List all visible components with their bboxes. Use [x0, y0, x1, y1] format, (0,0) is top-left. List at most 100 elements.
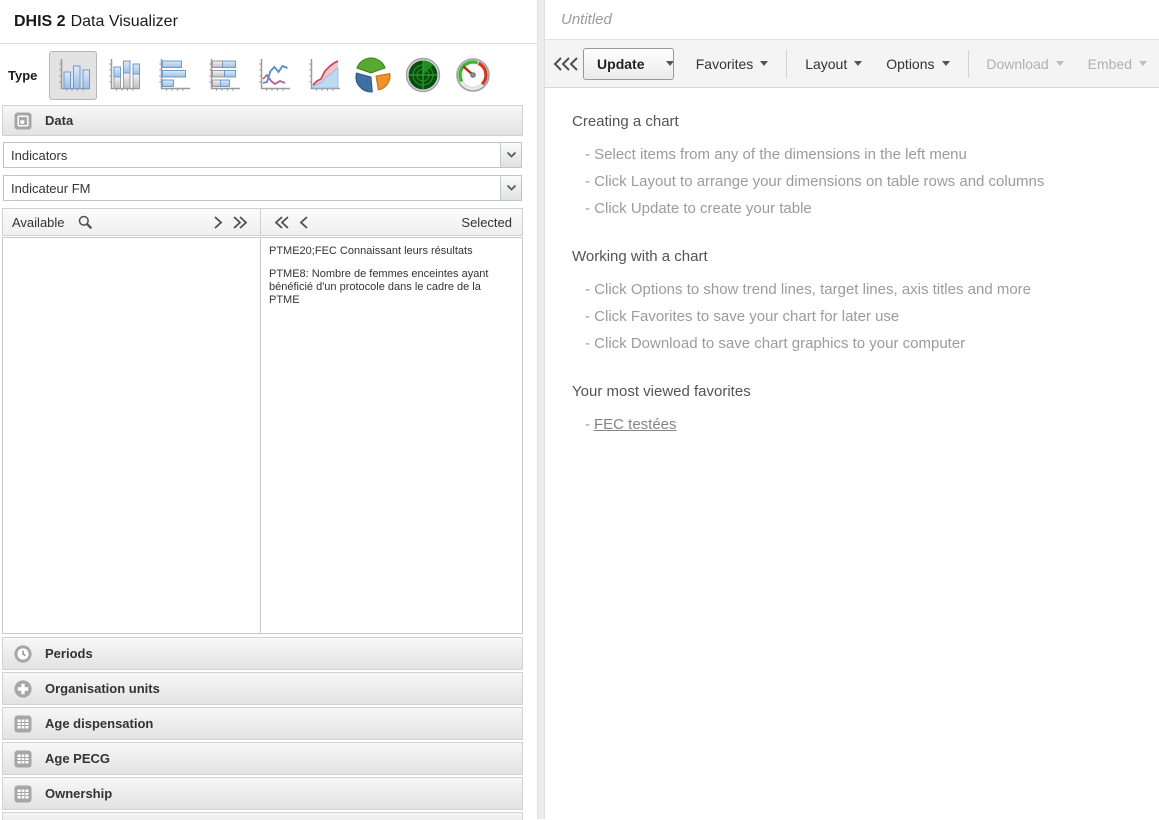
triple-chevron-left-icon — [553, 56, 579, 72]
embed-menu-button: Embed — [1076, 49, 1159, 79]
options-menu-button[interactable]: Options — [874, 49, 961, 79]
chevron-right-icon — [213, 215, 223, 230]
chart-type-bar-button[interactable] — [149, 51, 197, 100]
selected-item[interactable]: PTME20;FEC Connaissant leurs résultats — [269, 245, 514, 258]
type-label: Type — [8, 68, 49, 83]
chevron-left-icon — [299, 215, 309, 230]
chart-type-row: Type — [0, 45, 537, 105]
accordion-organisation-units[interactable]: Organisation units — [2, 672, 523, 705]
double-chevron-left-icon — [274, 215, 290, 230]
help-heading: Working with a chart — [572, 243, 1135, 270]
left-panel: DHIS 2 Data Visualizer Type Data Indicat… — [0, 0, 537, 819]
available-label: Available — [12, 215, 65, 230]
accordion-label: Periods — [45, 646, 93, 661]
accordion-age-pecg[interactable]: Age PECG — [2, 742, 523, 775]
toolbar-separator — [786, 50, 787, 78]
accordion-label: Data — [45, 113, 73, 128]
chart-type-area-button[interactable] — [299, 51, 347, 100]
accordion-data[interactable]: Data — [2, 105, 523, 136]
chart-type-buttons — [49, 51, 499, 100]
search-icon-button[interactable] — [75, 210, 97, 234]
area-chart-icon — [303, 55, 343, 95]
combo-trigger-button[interactable] — [500, 143, 521, 167]
combo-trigger-button[interactable] — [500, 176, 521, 200]
favorites-menu-button[interactable]: Favorites — [684, 49, 781, 79]
category-icon — [14, 785, 32, 803]
dropdown-caret-icon — [854, 61, 862, 66]
accordion-label: Age PECG — [45, 751, 110, 766]
chart-title-bar: Untitled — [545, 0, 1159, 40]
help-section: Working with a chart - Click Options to s… — [572, 243, 1135, 357]
update-dropdown-button[interactable] — [657, 49, 673, 79]
help-section: Your most viewed favorites-FEC testées — [572, 378, 1135, 438]
chart-type-pie-button[interactable] — [349, 51, 397, 100]
help-panel: Creating a chart- Select items from any … — [545, 88, 1159, 438]
main-toolbar: Update Favorites Layout Options Download… — [545, 40, 1159, 88]
stacked-column-chart-icon — [103, 55, 143, 95]
update-button[interactable]: Update — [583, 48, 674, 80]
right-panel: Untitled Update Favorites Layout Options… — [545, 0, 1159, 819]
app-brand: DHIS 2 — [14, 13, 66, 31]
select-button[interactable] — [207, 210, 229, 234]
radar-chart-icon — [403, 55, 443, 95]
collapse-left-panel-button[interactable] — [551, 48, 581, 80]
dimension-accordions: Periods Organisation units Age dispensatio… — [2, 637, 523, 810]
help-item: - Click Favorites to save your chart for… — [572, 303, 1135, 330]
data-icon — [14, 112, 32, 130]
category-icon — [14, 750, 32, 768]
indicator-group-select[interactable]: Indicateur FM — [3, 175, 522, 201]
chart-type-stacked-column-button[interactable] — [99, 51, 147, 100]
select-all-button[interactable] — [229, 210, 251, 234]
update-button-label: Update — [584, 56, 657, 72]
pie-chart-icon — [353, 55, 393, 95]
accordion-ownership[interactable]: Ownership — [2, 777, 523, 810]
dropdown-caret-icon — [1056, 61, 1064, 66]
app-header: DHIS 2 Data Visualizer — [0, 0, 537, 44]
accordion-label: Ownership — [45, 786, 112, 801]
dropdown-caret-icon — [666, 61, 673, 66]
chart-type-gauge-button[interactable] — [449, 51, 497, 100]
search-icon — [77, 214, 94, 231]
layout-label: Layout — [805, 56, 847, 72]
favorite-link-row: -FEC testées — [572, 411, 1135, 438]
options-label: Options — [886, 56, 934, 72]
column-chart-icon — [53, 55, 93, 95]
app-root: { "header": { "brand": "DHIS 2", "app_na… — [0, 0, 1159, 819]
accordion-periods[interactable]: Periods — [2, 637, 523, 670]
selected-toolbar: Selected — [261, 209, 522, 235]
selected-list[interactable]: PTME20;FEC Connaissant leurs résultats PT… — [261, 238, 522, 633]
selected-label: Selected — [461, 215, 512, 230]
favorite-link[interactable]: FEC testées — [594, 416, 677, 433]
help-item: - Click Options to show trend lines, tar… — [572, 276, 1135, 303]
category-icon — [14, 715, 32, 733]
accordion-age-dispensation[interactable]: Age dispensation — [2, 707, 523, 740]
app-title: Data Visualizer — [71, 13, 178, 31]
dropdown-caret-icon — [942, 61, 950, 66]
help-item: - Click Download to save chart graphics … — [572, 330, 1135, 357]
indicator-group-select-value: Indicateur FM — [4, 181, 90, 196]
chart-title: Untitled — [561, 11, 612, 28]
data-type-select-value: Indicators — [4, 148, 67, 163]
favorites-label: Favorites — [696, 56, 754, 72]
chart-type-stacked-bar-button[interactable] — [199, 51, 247, 100]
chart-type-line-button[interactable] — [249, 51, 297, 100]
available-toolbar: Available — [3, 209, 261, 235]
help-item: - Click Layout to arrange your dimension… — [572, 168, 1135, 195]
selected-item[interactable]: PTME8: Nombre de femmes enceintes ayant … — [269, 268, 514, 307]
deselect-all-button[interactable] — [271, 210, 293, 234]
panel-splitter[interactable] — [537, 0, 545, 819]
layout-menu-button[interactable]: Layout — [793, 49, 874, 79]
gauge-chart-icon — [453, 55, 493, 95]
available-list[interactable] — [3, 238, 261, 633]
deselect-button[interactable] — [293, 210, 315, 234]
clock-icon — [14, 645, 32, 663]
accordion-label: Organisation units — [45, 681, 160, 696]
bar-chart-icon — [153, 55, 193, 95]
chart-type-column-button[interactable] — [49, 51, 97, 100]
dropdown-caret-icon — [1139, 61, 1147, 66]
data-type-select[interactable]: Indicators — [3, 142, 522, 168]
help-section: Creating a chart- Select items from any … — [572, 108, 1135, 222]
embed-label: Embed — [1088, 56, 1132, 72]
org-unit-icon — [14, 680, 32, 698]
chart-type-radar-button[interactable] — [399, 51, 447, 100]
